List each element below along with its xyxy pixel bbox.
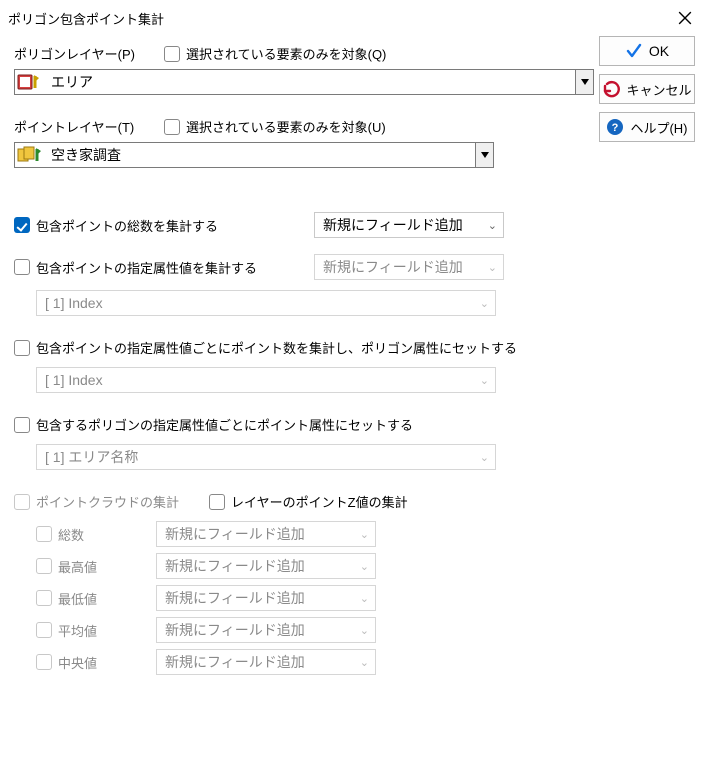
checkbox-icon bbox=[209, 494, 225, 510]
pc-min-label: 最低値 bbox=[58, 589, 97, 608]
cancel-label: キャンセル bbox=[626, 80, 691, 99]
poly-attr-to-point-label: 包含するポリゴンの指定属性値ごとにポイント属性にセットする bbox=[36, 415, 413, 434]
title-bar: ポリゴン包含ポイント集計 bbox=[0, 0, 709, 36]
pc-max-checkbox[interactable]: 最高値 bbox=[36, 557, 156, 576]
count-total-checkbox[interactable]: 包含ポイントの総数を集計する bbox=[14, 216, 304, 235]
checkbox-icon bbox=[14, 494, 30, 510]
help-icon: ? bbox=[606, 118, 624, 136]
point-layer-combo[interactable]: 空き家調査 bbox=[14, 142, 494, 168]
checkbox-icon bbox=[14, 259, 30, 275]
polygon-layer-icon bbox=[15, 70, 47, 94]
chevron-down-icon: ⌄ bbox=[480, 374, 489, 387]
pc-median-checkbox[interactable]: 中央値 bbox=[36, 653, 156, 672]
pc-total-select: 新規にフィールド追加 ⌄ bbox=[156, 521, 376, 547]
pc-total-value: 新規にフィールド追加 bbox=[165, 524, 305, 544]
count-total-field-value: 新規にフィールド追加 bbox=[323, 215, 463, 235]
polygon-layer-combo[interactable]: エリア bbox=[14, 69, 594, 95]
pc-max-label: 最高値 bbox=[58, 557, 97, 576]
chevron-down-icon: ⌄ bbox=[488, 261, 497, 274]
pc-min-checkbox[interactable]: 最低値 bbox=[36, 589, 156, 608]
count-by-attr-checkbox[interactable]: 包含ポイントの指定属性値ごとにポイント数を集計し、ポリゴン属性にセットする bbox=[14, 338, 695, 357]
chevron-down-icon: ⌄ bbox=[480, 451, 489, 464]
pc-max-select: 新規にフィールド追加 ⌄ bbox=[156, 553, 376, 579]
checkbox-icon bbox=[36, 654, 52, 670]
point-selected-only[interactable]: 選択されている要素のみを対象(U) bbox=[164, 117, 386, 136]
chevron-down-icon: ⌄ bbox=[360, 624, 369, 637]
checkbox-icon bbox=[164, 46, 180, 62]
checkbox-icon bbox=[36, 558, 52, 574]
pc-avg-select: 新規にフィールド追加 ⌄ bbox=[156, 617, 376, 643]
pointcloud-checkbox[interactable]: ポイントクラウドの集計 bbox=[14, 492, 179, 511]
chevron-down-icon: ⌄ bbox=[360, 528, 369, 541]
pc-total-checkbox[interactable]: 総数 bbox=[36, 525, 156, 544]
checkbox-icon bbox=[14, 417, 30, 433]
poly-attr-to-point-value: [ 1] エリア名称 bbox=[45, 447, 138, 467]
help-label: ヘルプ(H) bbox=[630, 118, 687, 137]
pointcloud-label: ポイントクラウドの集計 bbox=[36, 492, 179, 511]
attr-value-attr-select: [ 1] Index ⌄ bbox=[36, 290, 496, 316]
cancel-button[interactable]: キャンセル bbox=[599, 74, 695, 104]
checkbox-icon bbox=[36, 526, 52, 542]
checkbox-icon bbox=[36, 590, 52, 606]
pc-median-label: 中央値 bbox=[58, 653, 97, 672]
checkbox-checked-icon bbox=[14, 217, 30, 233]
layer-z-label: レイヤーのポイントZ値の集計 bbox=[231, 492, 408, 511]
poly-attr-to-point-select: [ 1] エリア名称 ⌄ bbox=[36, 444, 496, 470]
count-by-attr-value: [ 1] Index bbox=[45, 372, 103, 388]
pc-avg-value: 新規にフィールド追加 bbox=[165, 620, 305, 640]
checkbox-icon bbox=[36, 622, 52, 638]
attr-value-label: 包含ポイントの指定属性値を集計する bbox=[36, 258, 257, 277]
checkbox-icon bbox=[164, 119, 180, 135]
polygon-layer-dropdown-button[interactable] bbox=[575, 70, 593, 94]
checkbox-icon bbox=[14, 340, 30, 356]
pc-median-value: 新規にフィールド追加 bbox=[165, 652, 305, 672]
point-selected-only-label: 選択されている要素のみを対象(U) bbox=[186, 117, 386, 136]
polygon-layer-value: エリア bbox=[47, 72, 575, 92]
point-layer-label: ポイントレイヤー(T) bbox=[14, 117, 154, 136]
count-total-field-select[interactable]: 新規にフィールド追加 ⌄ bbox=[314, 212, 504, 238]
pc-max-value: 新規にフィールド追加 bbox=[165, 556, 305, 576]
attr-value-field-select: 新規にフィールド追加 ⌄ bbox=[314, 254, 504, 280]
pc-min-value: 新規にフィールド追加 bbox=[165, 588, 305, 608]
check-icon bbox=[625, 42, 643, 60]
attr-value-checkbox[interactable]: 包含ポイントの指定属性値を集計する bbox=[14, 258, 304, 277]
polygon-selected-only-label: 選択されている要素のみを対象(Q) bbox=[186, 44, 386, 63]
chevron-down-icon: ⌄ bbox=[360, 560, 369, 573]
pc-total-label: 総数 bbox=[58, 525, 84, 544]
chevron-down-icon: ⌄ bbox=[360, 656, 369, 669]
attr-value-attr-value: [ 1] Index bbox=[45, 295, 103, 311]
count-by-attr-label: 包含ポイントの指定属性値ごとにポイント数を集計し、ポリゴン属性にセットする bbox=[36, 338, 517, 357]
chevron-down-icon: ⌄ bbox=[480, 297, 489, 310]
undo-icon bbox=[602, 80, 620, 98]
poly-attr-to-point-checkbox[interactable]: 包含するポリゴンの指定属性値ごとにポイント属性にセットする bbox=[14, 415, 695, 434]
close-button[interactable] bbox=[673, 6, 697, 30]
help-button[interactable]: ? ヘルプ(H) bbox=[599, 112, 695, 142]
polygon-layer-label: ポリゴンレイヤー(P) bbox=[14, 44, 154, 63]
count-by-attr-select: [ 1] Index ⌄ bbox=[36, 367, 496, 393]
point-layer-icon bbox=[15, 143, 47, 167]
ok-label: OK bbox=[649, 43, 669, 59]
pc-avg-checkbox[interactable]: 平均値 bbox=[36, 621, 156, 640]
polygon-selected-only[interactable]: 選択されている要素のみを対象(Q) bbox=[164, 44, 386, 63]
pc-avg-label: 平均値 bbox=[58, 621, 97, 640]
layer-z-checkbox[interactable]: レイヤーのポイントZ値の集計 bbox=[209, 492, 408, 511]
pc-median-select: 新規にフィールド追加 ⌄ bbox=[156, 649, 376, 675]
attr-value-field-value: 新規にフィールド追加 bbox=[323, 257, 463, 277]
count-total-label: 包含ポイントの総数を集計する bbox=[36, 216, 218, 235]
ok-button[interactable]: OK bbox=[599, 36, 695, 66]
pc-min-select: 新規にフィールド追加 ⌄ bbox=[156, 585, 376, 611]
point-layer-value: 空き家調査 bbox=[47, 145, 475, 165]
point-layer-dropdown-button[interactable] bbox=[475, 143, 493, 167]
svg-text:?: ? bbox=[612, 122, 619, 134]
chevron-down-icon: ⌄ bbox=[360, 592, 369, 605]
window-title: ポリゴン包含ポイント集計 bbox=[8, 9, 164, 28]
chevron-down-icon: ⌄ bbox=[488, 219, 497, 232]
